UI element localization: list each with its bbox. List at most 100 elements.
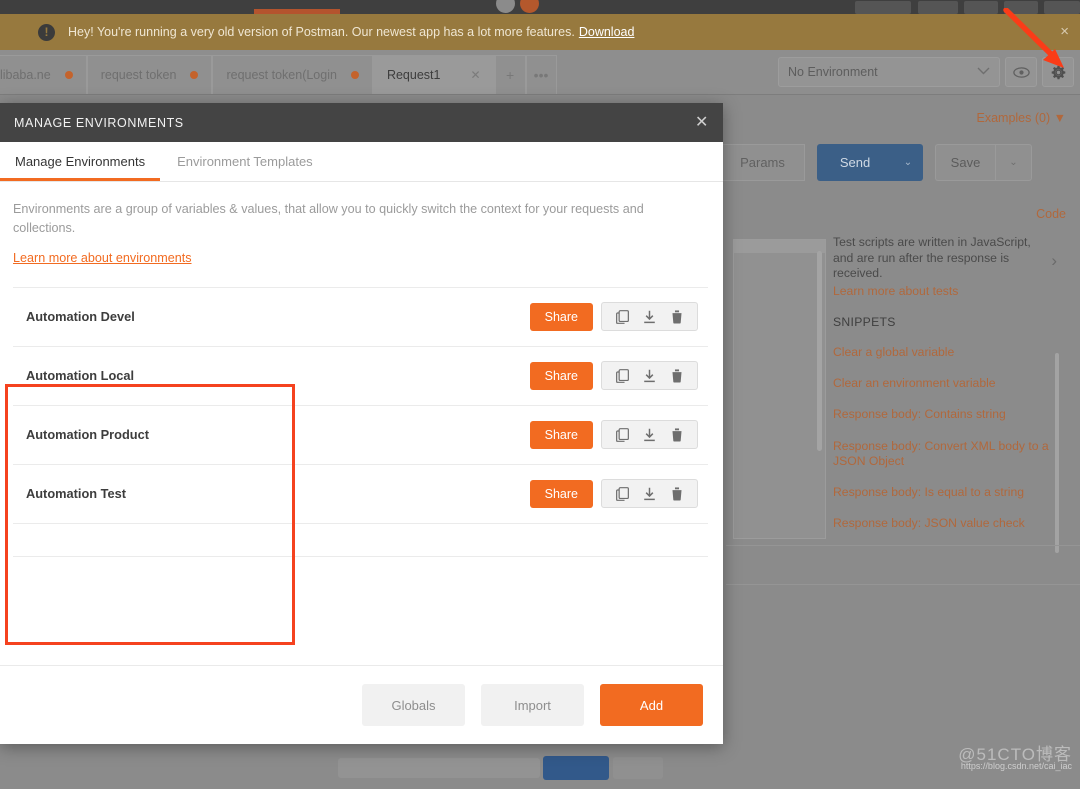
snippet-item-json-value-check[interactable]: Response body: JSON value check [833,516,1065,531]
alert-icon: ! [38,23,55,41]
save-button[interactable]: Save [935,144,995,181]
environment-name: Automation Devel [26,309,135,325]
manage-environments-modal: MANAGE ENVIRONMENTS ✕ Manage Environment… [0,103,723,744]
snippet-item-is-equal-to-string[interactable]: Response body: Is equal to a string [833,485,1065,500]
unsaved-dot-icon [190,71,199,79]
environment-name: Automation Test [26,486,127,502]
navbar-chip[interactable] [1044,1,1080,14]
copy-glyph [616,309,629,324]
unsaved-dot-icon [64,71,73,79]
environment-row[interactable]: Automation Test Share [13,465,708,524]
tab-manage-environments[interactable]: Manage Environments [0,142,161,181]
share-button[interactable]: Share [529,479,593,508]
copy-icon[interactable] [609,309,636,324]
request-action-row: Params Send ⌄ Save ⌄ [720,144,1032,181]
globals-button[interactable]: Globals [362,684,465,726]
navbar-avatar-circle[interactable] [496,0,515,13]
trash-glyph [671,428,682,442]
chevron-right-icon[interactable]: › [1051,251,1057,271]
snippets-panel: Test scripts are written in JavaScript, … [833,235,1065,553]
snippet-item-clear-global-variable[interactable]: Clear a global variable [833,345,1065,360]
learn-more-about-tests-link[interactable]: Learn more about tests [833,284,1065,298]
copy-icon[interactable] [609,486,636,501]
navbar-chip[interactable] [964,1,998,14]
snippet-item-convert-xml-to-json[interactable]: Response body: Convert XML body to a JSO… [833,439,1065,470]
add-button[interactable]: Add [600,684,703,726]
banner-download-link[interactable]: Download [579,25,635,39]
learn-more-about-environments-link[interactable]: Learn more about environments [13,251,192,265]
tab-label: alibaba.ne [0,68,51,82]
snippets-section-title: SNIPPETS [833,314,896,329]
navbar-accent-circle[interactable] [520,0,539,13]
download-icon[interactable] [636,310,663,324]
banner-close-icon[interactable]: × [1060,24,1069,39]
download-icon[interactable] [636,487,663,501]
request-tab-request-token-login[interactable]: request token(Login [212,55,373,94]
request-tab-strip: alibaba.ne request token request token(L… [0,50,772,95]
tab-overflow-button[interactable]: ••• [525,55,557,94]
navbar-chip[interactable] [918,1,958,14]
environment-dropdown[interactable]: No Environment [778,57,1000,87]
footer-primary-button[interactable] [543,756,609,780]
editor-scrollbar[interactable] [817,251,822,451]
code-link[interactable]: Code [1036,207,1066,221]
environment-selected-label: No Environment [788,65,878,79]
request-tab-alibaba[interactable]: alibaba.ne [0,55,87,94]
tab-environment-templates[interactable]: Environment Templates [175,142,315,181]
trash-icon[interactable] [663,310,690,324]
snippet-item-clear-environment-variable[interactable]: Clear an environment variable [833,376,1065,391]
copy-icon[interactable] [609,427,636,442]
import-button[interactable]: Import [481,684,584,726]
row-actions [601,302,698,332]
row-actions [601,479,698,509]
footer-secondary-button[interactable] [613,757,663,779]
row-actions [601,361,698,391]
new-tab-button[interactable]: + [494,55,526,94]
snippets-scrollbar[interactable] [1055,353,1059,553]
environment-row[interactable]: Automation Devel Share [13,288,708,347]
download-glyph [644,487,655,500]
close-icon[interactable]: ✕ [470,68,480,82]
download-glyph [644,369,655,382]
snippet-item-contains-string[interactable]: Response body: Contains string [833,407,1065,422]
snippets-description: Test scripts are written in JavaScript, … [833,235,1031,281]
environment-quick-look-button[interactable] [1005,57,1037,87]
caret-down-icon: ▼ [1053,111,1066,125]
manage-environments-gear-button[interactable] [1042,57,1074,87]
save-options-button[interactable]: ⌄ [995,144,1032,181]
share-button[interactable]: Share [529,361,593,390]
request-tab-request1[interactable]: Request1 ✕ [372,55,495,94]
trash-icon[interactable] [663,369,690,383]
unsaved-dot-icon [350,71,359,79]
navbar-chip[interactable] [1004,1,1038,14]
examples-dropdown[interactable]: Examples (0) ▼ [977,111,1067,125]
request-tab-request-token[interactable]: request token [86,55,213,94]
send-button[interactable]: Send [817,144,893,181]
copy-icon[interactable] [609,368,636,383]
tests-code-editor[interactable] [733,239,826,539]
download-icon[interactable] [636,369,663,383]
chevron-down-icon [977,67,990,78]
share-button[interactable]: Share [529,420,593,449]
environment-name: Automation Local [26,368,135,384]
modal-body: Environments are a group of variables & … [0,182,723,557]
trash-glyph [671,369,682,383]
download-icon[interactable] [636,428,663,442]
navbar-chip[interactable] [855,1,911,14]
send-options-button[interactable]: ⌄ [893,144,923,181]
trash-glyph [671,487,682,501]
environment-row[interactable]: Automation Local Share [13,347,708,406]
response-body-panel [726,585,1080,741]
banner-message: Hey! You're running a very old version o… [68,25,634,39]
footer-input-placeholder[interactable] [338,758,540,778]
download-glyph [644,310,655,323]
update-banner: ! Hey! You're running a very old version… [0,14,1080,50]
banner-text: Hey! You're running a very old version o… [68,25,575,39]
trash-icon[interactable] [663,487,690,501]
modal-close-icon[interactable]: ✕ [695,114,709,131]
trash-icon[interactable] [663,428,690,442]
environments-list-end [13,524,708,557]
environment-row[interactable]: Automation Product Share [13,406,708,465]
share-button[interactable]: Share [529,302,593,331]
params-button[interactable]: Params [720,144,805,181]
